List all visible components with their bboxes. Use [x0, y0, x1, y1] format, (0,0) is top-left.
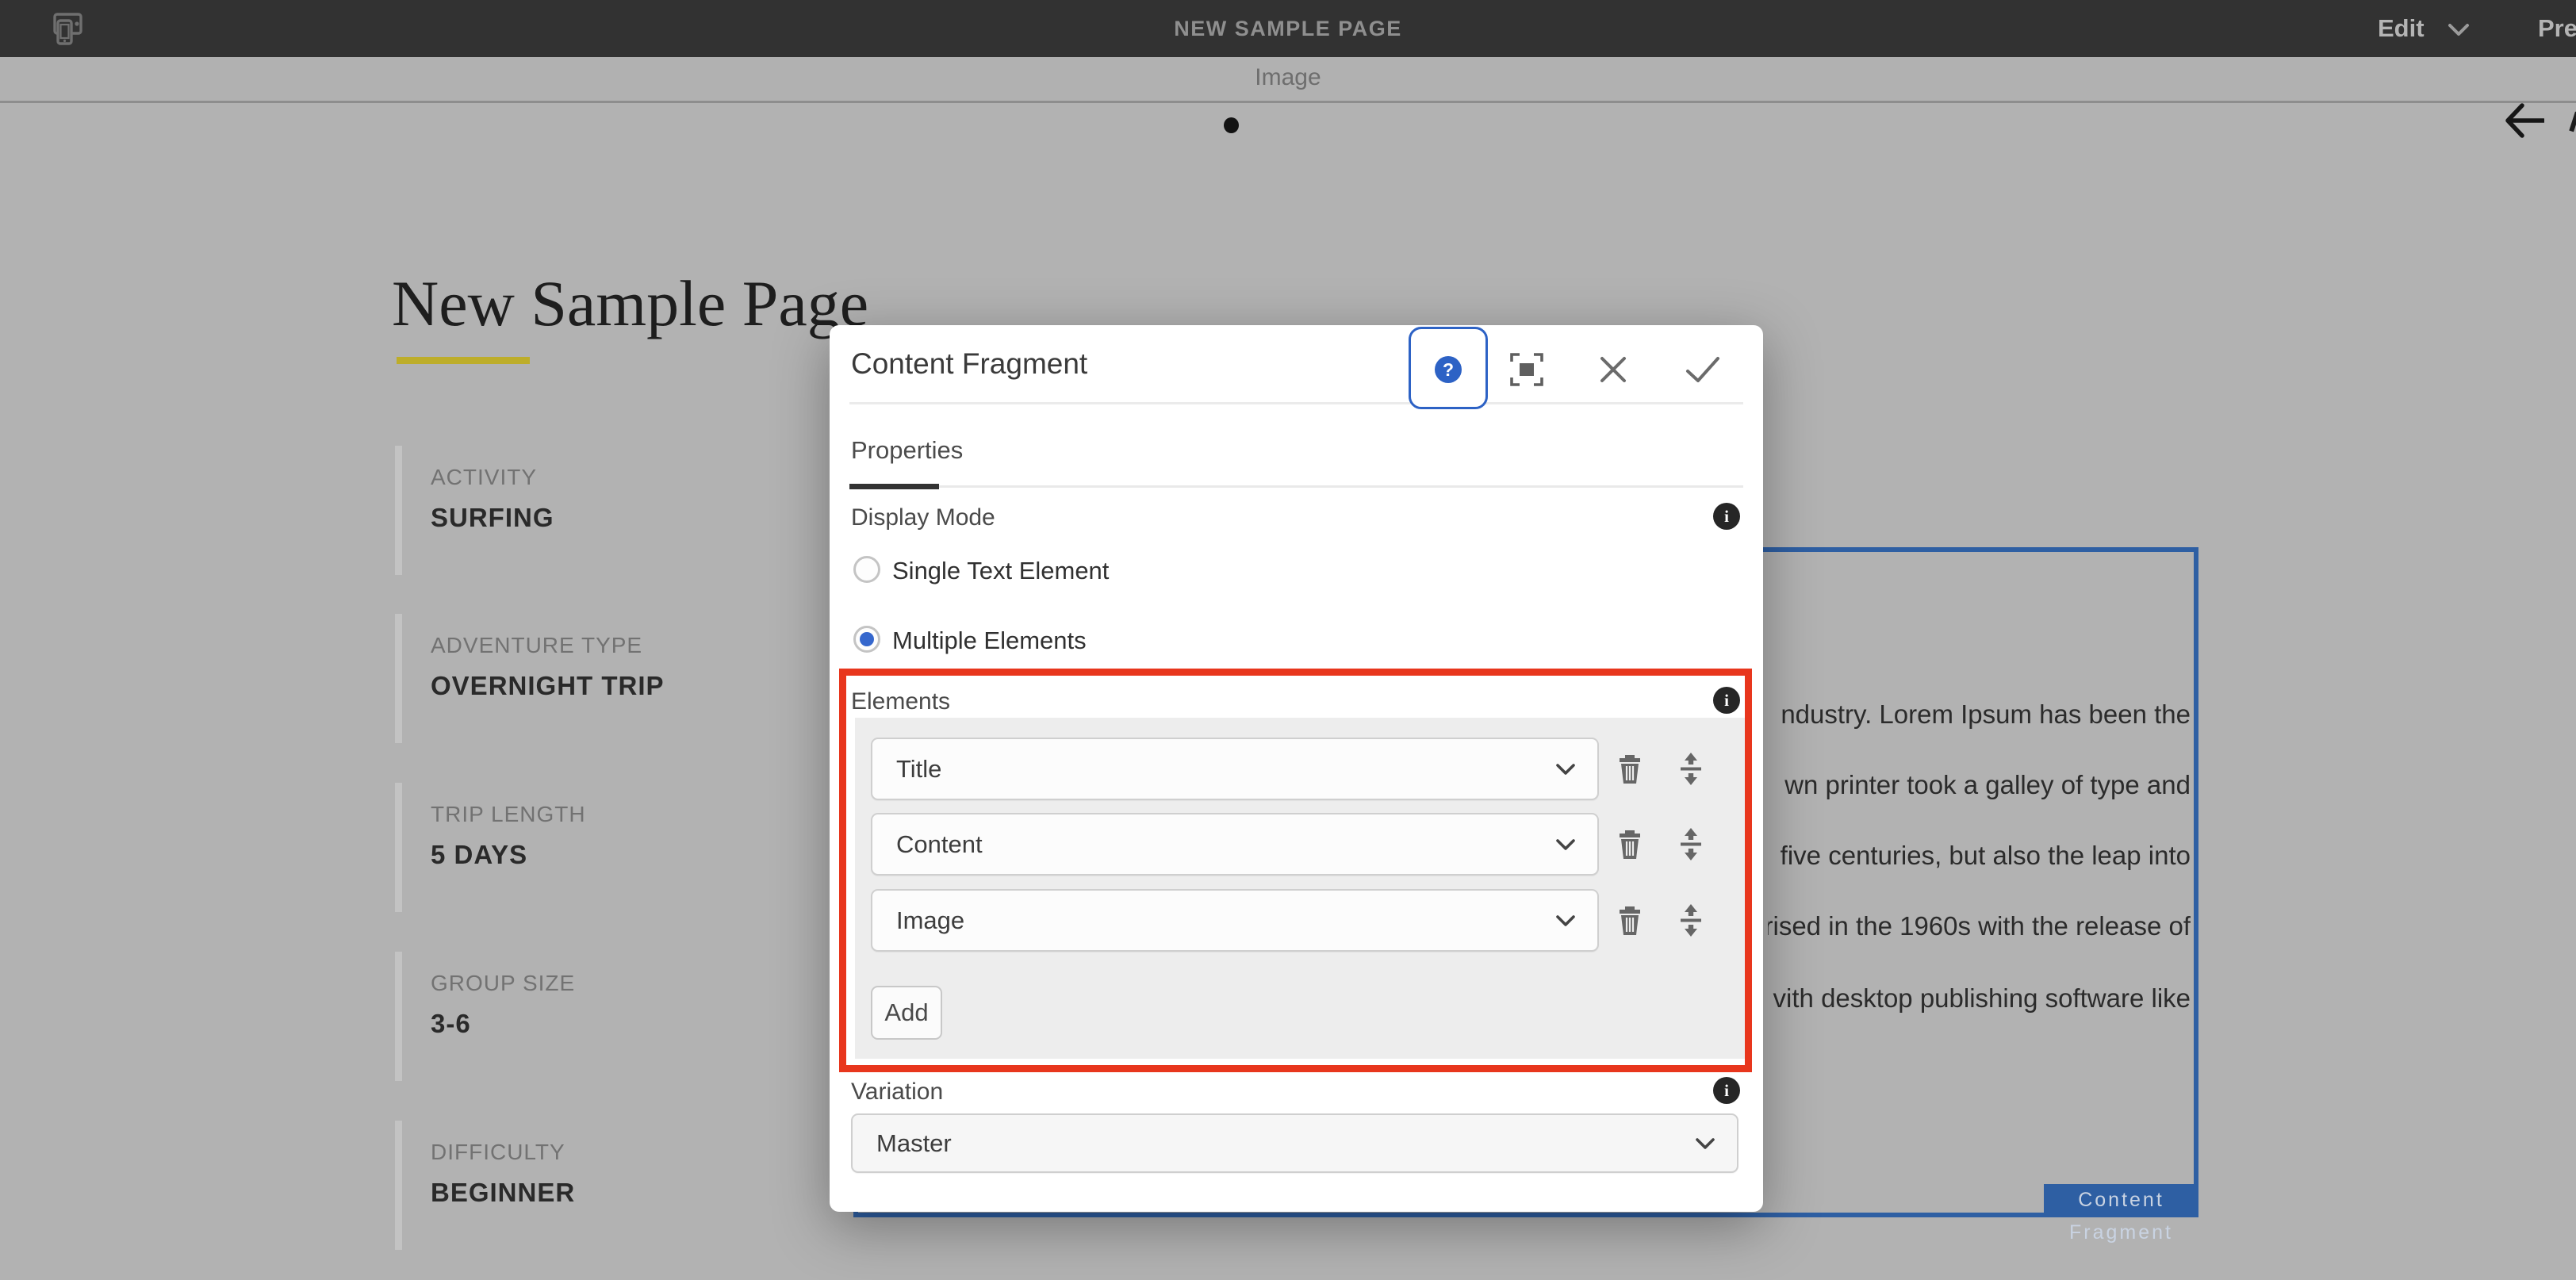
dialog-header-divider: [849, 402, 1743, 404]
info-item-activity: ACTIVITY SURFING: [395, 446, 839, 575]
select-value: Master: [876, 1115, 952, 1171]
elements-label: Elements: [851, 688, 950, 715]
select-value: Content: [896, 814, 983, 874]
chevron-down-icon: [1556, 839, 1575, 851]
breakpoint-label: Image: [0, 57, 2576, 101]
delete-trash-icon[interactable]: [1612, 751, 1647, 786]
radio-single-text-element[interactable]: [853, 556, 880, 583]
element-select-title[interactable]: Title: [871, 738, 1599, 800]
mode-selector-edit[interactable]: Edit: [2378, 0, 2425, 57]
fragment-text-line: rised in the 1960s with the release of: [1768, 909, 2191, 944]
select-value: Title: [896, 739, 941, 799]
dialog-title: Content Fragment: [851, 347, 1087, 381]
tabbar-divider: [849, 485, 1743, 488]
info-item-accent-bar: [395, 952, 402, 1081]
info-item-value: 5 DAYS: [431, 840, 527, 870]
info-item-label: ADVENTURE TYPE: [431, 633, 642, 658]
info-item-value: BEGINNER: [431, 1178, 575, 1208]
clipped-edge-icon: [2569, 112, 2576, 132]
move-reorder-icon[interactable]: [1673, 751, 1708, 786]
emulator-divider: [0, 101, 2576, 103]
move-reorder-icon[interactable]: [1673, 826, 1708, 861]
preview-button-clipped[interactable]: Preview: [2538, 0, 2576, 57]
info-icon[interactable]: i: [1713, 503, 1740, 530]
info-item-label: DIFFICULTY: [431, 1140, 565, 1165]
content-fragment-dialog: Content Fragment ? Properties Display Mo…: [830, 325, 1763, 1212]
fragment-text-line: wn printer took a galley of type and: [1784, 768, 2191, 803]
info-item-label: ACTIVITY: [431, 465, 537, 490]
info-item-difficulty: DIFFICULTY BEGINNER: [395, 1121, 839, 1250]
display-mode-label: Display Mode: [851, 504, 995, 531]
close-icon[interactable]: [1599, 355, 1627, 384]
element-select-image[interactable]: Image: [871, 889, 1599, 952]
info-item-value: 3-6: [431, 1009, 471, 1039]
radio-label-multiple[interactable]: Multiple Elements: [892, 627, 1087, 655]
info-item-group-size: GROUP SIZE 3-6: [395, 952, 839, 1081]
chevron-down-icon: [1696, 1138, 1715, 1150]
chevron-down-icon[interactable]: [2448, 23, 2470, 37]
info-item-accent-bar: [395, 783, 402, 912]
info-item-accent-bar: [395, 614, 402, 743]
info-item-value: OVERNIGHT TRIP: [431, 671, 665, 701]
info-item-adventure-type: ADVENTURE TYPE OVERNIGHT TRIP: [395, 614, 839, 743]
info-item-accent-bar: [395, 446, 402, 575]
preview-label: Preview: [2538, 0, 2576, 57]
help-icon[interactable]: ?: [1435, 356, 1462, 383]
select-value: Image: [896, 891, 964, 950]
info-item-label: TRIP LENGTH: [431, 802, 586, 827]
aem-editor-screen: NEW SAMPLE PAGE Edit Preview Image New S…: [0, 0, 2576, 1280]
info-item-trip-length: TRIP LENGTH 5 DAYS: [395, 783, 839, 912]
element-select-content[interactable]: Content: [871, 813, 1599, 876]
component-type-badge: Content Fragment: [2044, 1184, 2198, 1217]
page-title-breadcrumb: NEW SAMPLE PAGE: [0, 0, 2576, 57]
heading-underline: [397, 357, 530, 364]
move-reorder-icon[interactable]: [1673, 903, 1708, 937]
variation-label: Variation: [851, 1079, 943, 1106]
radio-label-single[interactable]: Single Text Element: [892, 557, 1109, 585]
active-tab-indicator: [849, 484, 939, 489]
delete-trash-icon[interactable]: [1612, 826, 1647, 861]
radio-selected-dot: [860, 632, 874, 646]
top-toolbar: NEW SAMPLE PAGE Edit Preview: [0, 0, 2576, 57]
fragment-text-line: ndustry. Lorem Ipsum has been the: [1781, 697, 2191, 732]
fragment-text-line: vith desktop publishing software like: [1773, 981, 2191, 1016]
info-item-label: GROUP SIZE: [431, 971, 575, 996]
back-arrow-icon[interactable]: [2503, 102, 2544, 140]
info-icon[interactable]: i: [1713, 1077, 1740, 1104]
chevron-down-icon: [1556, 764, 1575, 776]
add-element-button[interactable]: Add: [871, 986, 942, 1040]
page-heading: New Sample Page: [392, 266, 868, 341]
tab-properties[interactable]: Properties: [851, 436, 963, 465]
add-button-label: Add: [884, 998, 928, 1027]
emulator-bar: Image: [0, 57, 2576, 101]
elements-panel: Title C: [855, 718, 1745, 1059]
info-item-value: SURFING: [431, 503, 554, 533]
fullscreen-icon[interactable]: [1509, 352, 1544, 387]
fragment-text-line: five centuries, but also the leap into: [1781, 838, 2191, 873]
breakpoint-marker-dot[interactable]: [1224, 117, 1239, 133]
chevron-down-icon: [1556, 915, 1575, 927]
delete-trash-icon[interactable]: [1612, 903, 1647, 937]
info-item-accent-bar: [395, 1121, 402, 1250]
radio-multiple-elements[interactable]: [853, 626, 880, 653]
content-fragment-text-clip: ndustry. Lorem Ipsum has been the wn pri…: [1768, 678, 2191, 1043]
confirm-check-icon[interactable]: [1685, 356, 1720, 384]
info-icon[interactable]: i: [1713, 687, 1740, 714]
variation-select[interactable]: Master: [851, 1113, 1738, 1173]
